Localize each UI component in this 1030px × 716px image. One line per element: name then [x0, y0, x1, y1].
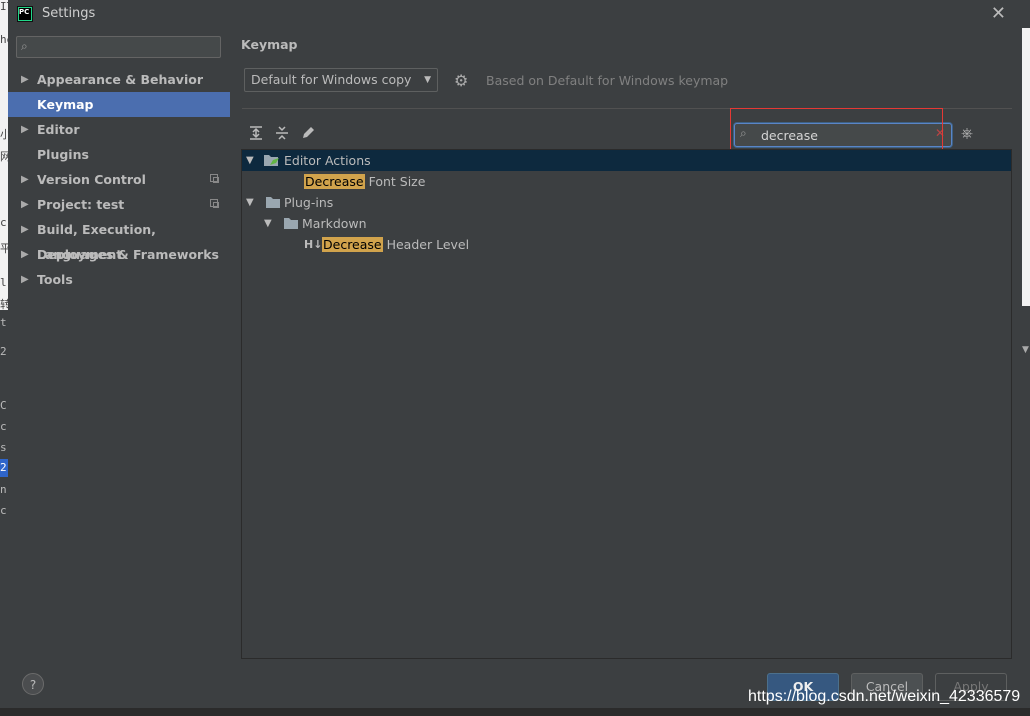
sidebar-item-label: Plugins	[37, 147, 89, 162]
search-match-highlight: Decrease	[322, 237, 383, 252]
expand-arrow-icon[interactable]: ▶	[21, 117, 29, 142]
expand-arrow-icon[interactable]: ▶	[21, 167, 29, 192]
sidebar-item-label: Version Control	[37, 172, 146, 187]
close-icon[interactable]: ✕	[991, 3, 1006, 24]
sidebar-item-editor[interactable]: ▶ Editor	[8, 117, 230, 142]
sidebar-item-label: Project: test	[37, 197, 125, 212]
bg-fragment: c	[0, 216, 7, 229]
bg-fragment: 平	[0, 242, 8, 255]
sidebar-item-languages-frameworks[interactable]: ▶ Languages & Frameworks	[8, 242, 230, 267]
group-label: Plug-ins	[284, 195, 334, 210]
bg-fragment: c	[0, 420, 7, 433]
tree-row[interactable]: Decrease Font Size	[242, 171, 1011, 192]
sidebar-item-label: Tools	[37, 272, 73, 287]
tree-row[interactable]: ▼ Editor Actions	[242, 150, 1011, 171]
collapse-all-icon[interactable]	[274, 125, 290, 141]
keymap-select-value: Default for Windows copy	[251, 72, 412, 87]
sidebar-item-label: Keymap	[37, 97, 94, 112]
keymap-action-tree[interactable]: ▼ Editor Actions Decrease Font Size ▼ Plug-i…	[241, 149, 1012, 659]
keymap-search-input[interactable]	[761, 126, 921, 144]
bg-fragment: IT	[0, 0, 8, 13]
expand-all-icon[interactable]	[248, 125, 264, 141]
bg-light-area	[1022, 28, 1030, 306]
settings-dialog: PC Settings ✕ ⌕ ▶ Appearance & Behavior Ke…	[8, 0, 1022, 708]
editor-actions-icon	[264, 155, 279, 166]
bg-fragment: 小	[0, 128, 8, 141]
find-by-shortcut-icon[interactable]: ⎈	[961, 124, 973, 142]
help-button[interactable]: ?	[22, 673, 44, 695]
sidebar-item-keymap[interactable]: Keymap	[8, 92, 230, 117]
action-label: Decrease Header Level	[322, 234, 469, 255]
keymap-search-field[interactable]: ⌕ ✕	[734, 123, 952, 147]
action-label: Decrease Font Size	[304, 171, 425, 192]
group-label: Editor Actions	[284, 153, 371, 168]
sidebar-item-label: Appearance & Behavior	[37, 72, 203, 87]
action-label-rest: Header Level	[382, 237, 470, 252]
clear-search-icon[interactable]: ✕	[935, 126, 945, 140]
expand-arrow-icon[interactable]: ▼	[246, 150, 254, 171]
keymap-panel: Keymap Default for Windows copy ▼ ⚙ Base…	[230, 28, 1022, 660]
bg-fragment: he	[0, 33, 8, 46]
folder-icon	[284, 218, 298, 229]
bg-fragment: s	[0, 441, 7, 454]
tree-row[interactable]: H↓ Decrease Header Level	[242, 234, 1011, 255]
sidebar-item-plugins[interactable]: Plugins	[8, 142, 230, 167]
expand-arrow-icon[interactable]: ▶	[21, 192, 29, 217]
settings-sidebar: ⌕ ▶ Appearance & Behavior Keymap ▶ Editor Plu…	[8, 28, 230, 660]
bg-fragment: 2	[0, 345, 7, 358]
search-icon: ⌕	[740, 126, 747, 140]
sidebar-item-build-execution-deployment[interactable]: ▶ Build, Execution, Deployment	[8, 217, 230, 262]
pycharm-app-icon: PC	[17, 6, 33, 22]
search-match-highlight: Decrease	[304, 174, 365, 189]
expand-arrow-icon[interactable]: ▼	[246, 192, 254, 213]
page-title: Keymap	[241, 37, 298, 52]
expand-arrow-icon[interactable]: ▶	[21, 217, 29, 242]
folder-icon	[266, 197, 280, 208]
bg-fragment: c	[0, 504, 7, 517]
sidebar-item-label: Languages & Frameworks	[37, 247, 219, 262]
tree-row[interactable]: ▼ Plug-ins	[242, 192, 1011, 213]
title-bar[interactable]: PC Settings ✕	[8, 0, 1022, 28]
sidebar-item-label: Editor	[37, 122, 80, 137]
bg-fragment: 2.	[0, 461, 8, 474]
bg-dropdown-arrow-icon: ▼	[1022, 345, 1029, 355]
bg-fragment: 网	[0, 150, 8, 163]
header-level-icon: H↓	[304, 238, 323, 251]
sidebar-item-project-test[interactable]: ▶ Project: test	[8, 192, 230, 217]
bg-fragment: n	[0, 483, 7, 496]
window-title: Settings	[42, 6, 96, 21]
search-icon: ⌕	[21, 39, 28, 53]
sidebar-item-version-control[interactable]: ▶ Version Control	[8, 167, 230, 192]
tree-row[interactable]: ▼ Markdown	[242, 213, 1011, 234]
keymap-select[interactable]: Default for Windows copy ▼	[244, 68, 438, 92]
background-bottom-strip	[0, 708, 1030, 716]
group-label: Markdown	[302, 216, 367, 231]
bg-fragment: l	[0, 276, 7, 289]
gear-icon[interactable]: ⚙	[454, 71, 468, 90]
project-level-icon	[210, 199, 219, 208]
edit-pencil-icon[interactable]	[300, 125, 316, 141]
settings-search-input[interactable]: ⌕	[16, 36, 221, 58]
action-label-rest: Font Size	[364, 174, 426, 189]
sidebar-item-tools[interactable]: ▶ Tools	[8, 267, 230, 292]
background-window-right: ▼	[1022, 0, 1030, 716]
background-window-left: IT he 小 网 c 平 l 转 t 2 C c s 2. n c	[0, 0, 8, 716]
expand-arrow-icon[interactable]: ▶	[21, 67, 29, 92]
expand-arrow-icon[interactable]: ▼	[264, 213, 272, 234]
bg-fragment: C	[0, 399, 7, 412]
app-icon-text: PC	[19, 8, 31, 20]
expand-arrow-icon[interactable]: ▶	[21, 267, 29, 292]
project-level-icon	[210, 174, 219, 183]
expand-arrow-icon[interactable]: ▶	[21, 242, 29, 267]
bg-fragment: t	[0, 316, 7, 329]
watermark: https://blog.csdn.net/weixin_42336579	[748, 688, 1021, 705]
chevron-down-icon: ▼	[424, 75, 431, 85]
sidebar-item-appearance-behavior[interactable]: ▶ Appearance & Behavior	[8, 67, 230, 92]
based-on-label: Based on Default for Windows keymap	[486, 73, 729, 88]
divider	[242, 108, 1012, 109]
